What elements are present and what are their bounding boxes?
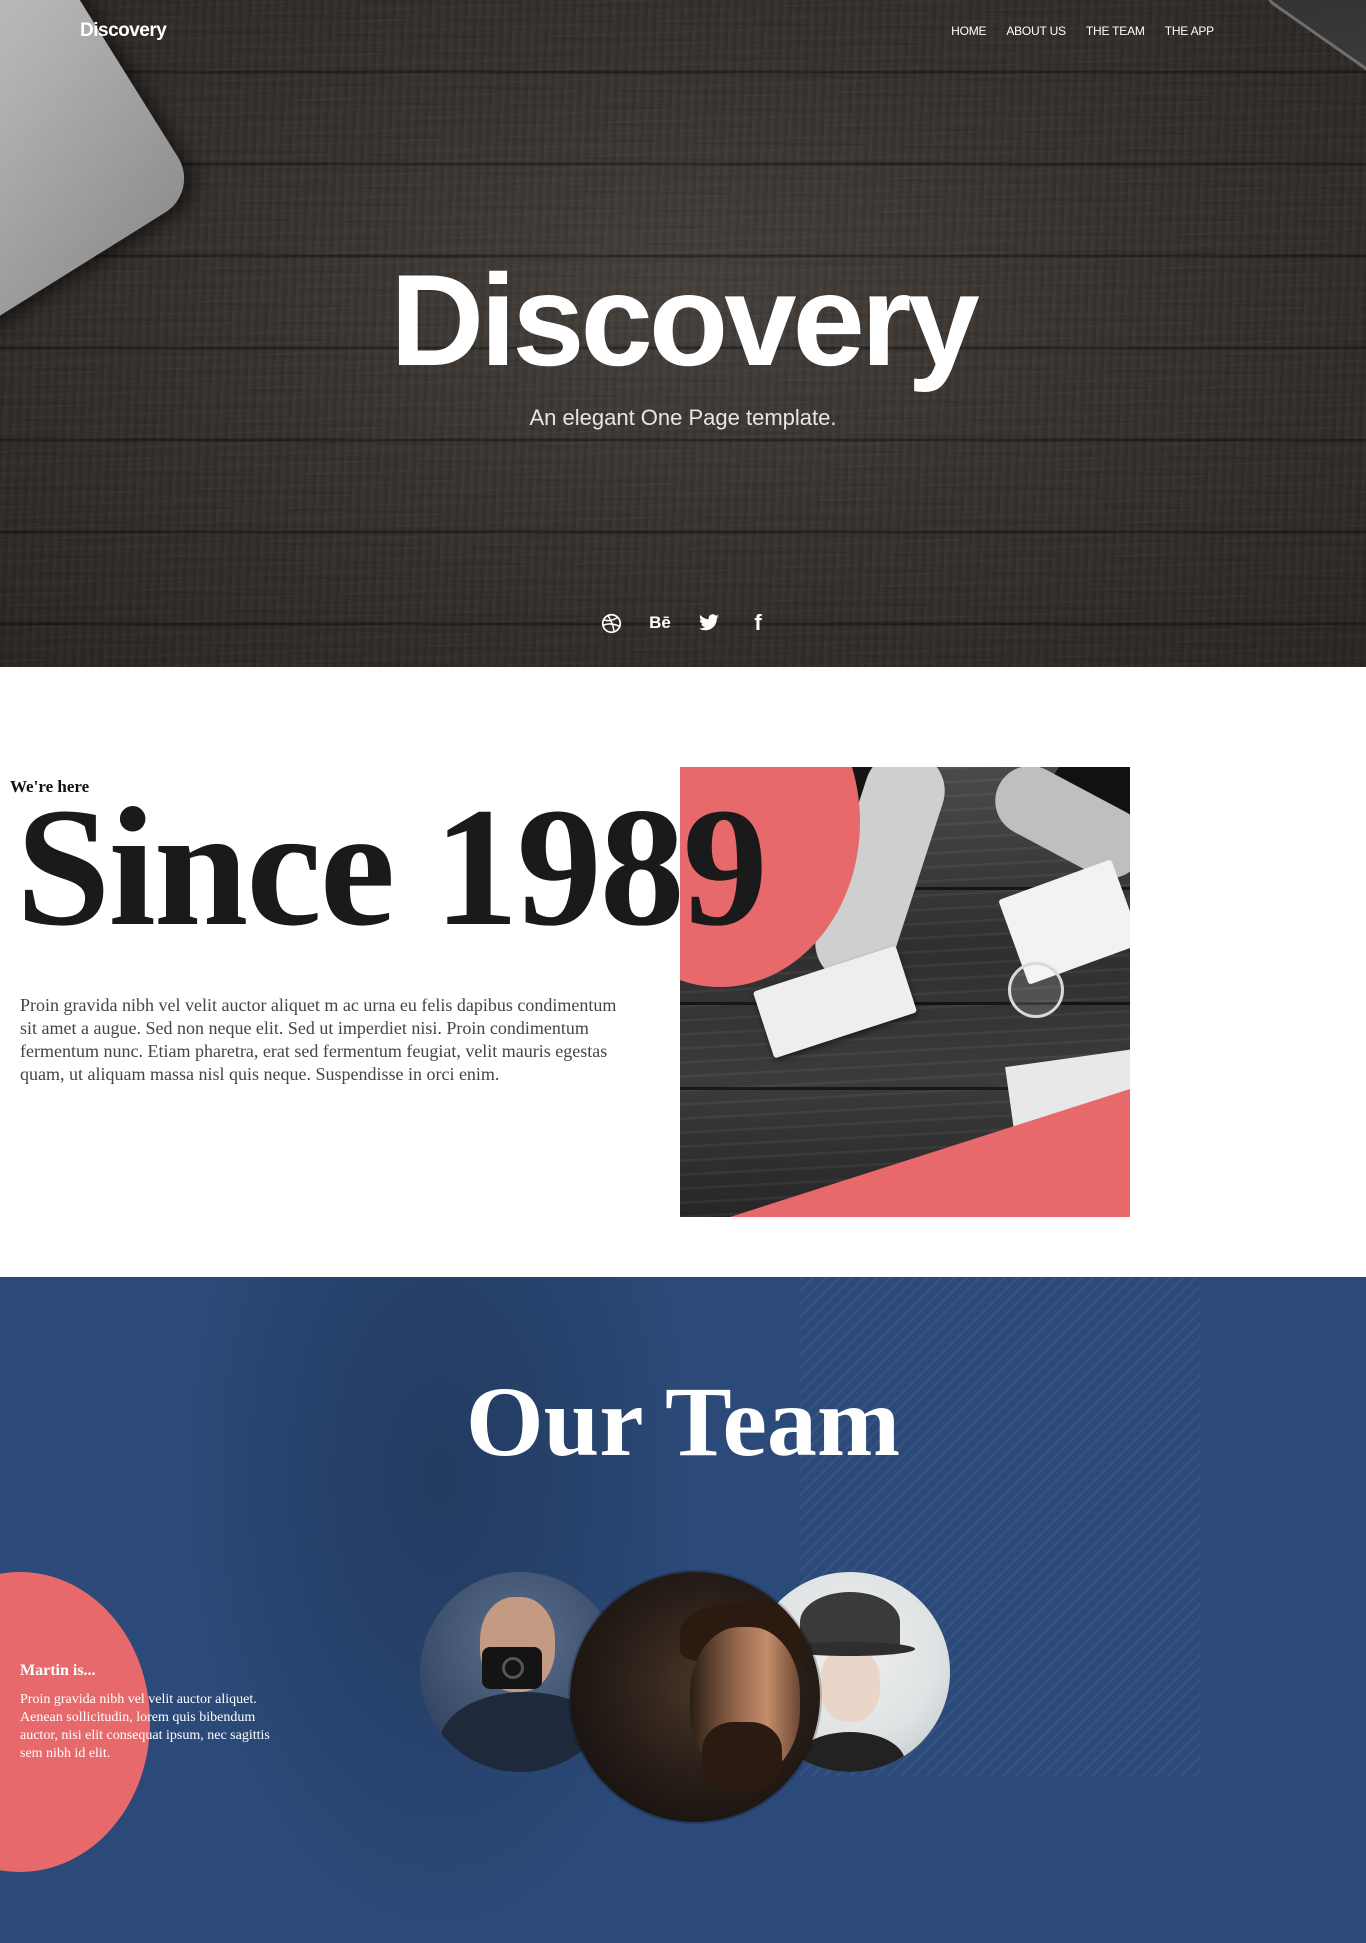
member-bio-name: Martin is... (20, 1662, 96, 1679)
nav-home[interactable]: HOME (951, 24, 986, 38)
photo-cup (1008, 962, 1064, 1018)
team-title: Our Team (465, 1366, 901, 1477)
hero-subtitle: An elegant One Page template. (529, 405, 837, 430)
main-nav: HOME ABOUT US THE TEAM THE APP (951, 24, 1214, 38)
about-body: Proin gravida nibh vel velit auctor aliq… (20, 995, 617, 1084)
nav-the-app[interactable]: THE APP (1165, 24, 1214, 38)
twitter-icon[interactable] (695, 609, 723, 637)
team-member-avatar-martin[interactable] (570, 1572, 820, 1822)
hero-title: Discovery (390, 247, 980, 393)
avatar-face (820, 1647, 880, 1722)
member-bio-text: Proin gravida nibh vel velit auctor aliq… (20, 1692, 270, 1761)
about-headline: Since 1989 (16, 773, 768, 961)
facebook-icon[interactable]: f (744, 609, 772, 637)
camera-icon (482, 1647, 542, 1689)
team-section: Our Team Martin is... Proin gravida nibh… (0, 1277, 1366, 1943)
photo-notebook (998, 859, 1130, 985)
nav-the-team[interactable]: THE TEAM (1086, 24, 1145, 38)
social-links: Bē f (597, 609, 772, 637)
hero-section: Discovery HOME ABOUT US THE TEAM THE APP… (0, 0, 1366, 667)
avatar-beard (702, 1722, 782, 1792)
about-section: We're here Since 1989 Proin gravida nibh… (0, 667, 1366, 1277)
brand-logo[interactable]: Discovery (80, 20, 167, 42)
dribbble-icon[interactable] (597, 609, 625, 637)
nav-about-us[interactable]: ABOUT US (1006, 24, 1066, 38)
behance-icon[interactable]: Bē (646, 609, 674, 637)
